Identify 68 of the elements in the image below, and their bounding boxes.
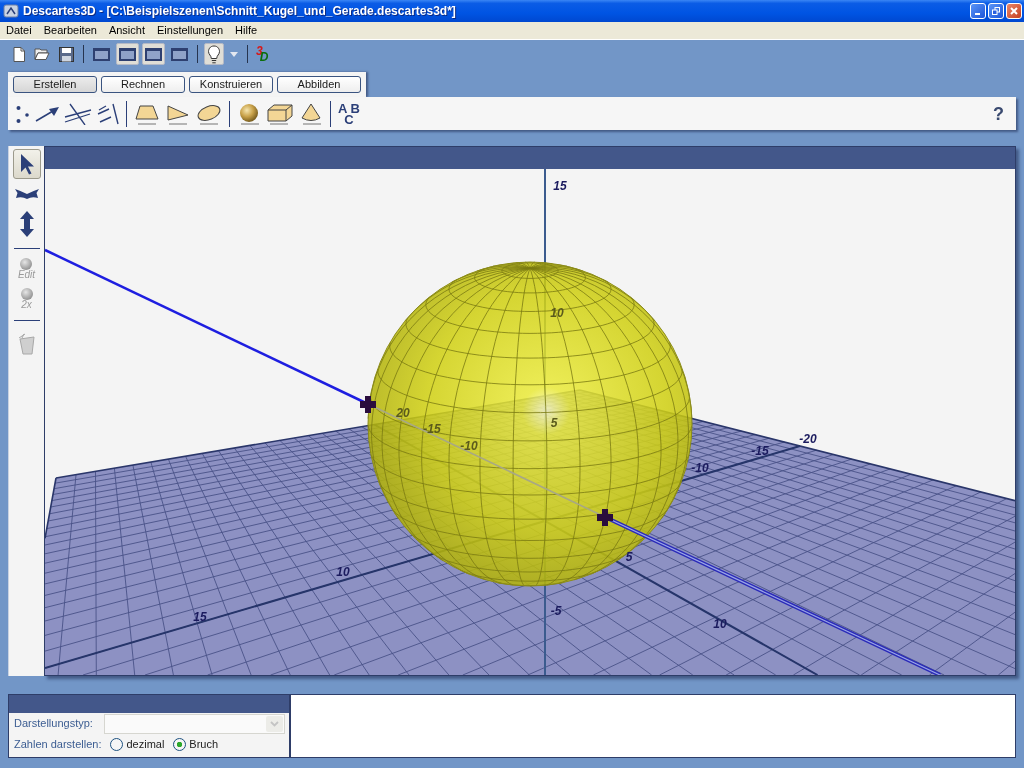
bin-icon xyxy=(17,333,36,355)
axis-label: -10 xyxy=(691,461,709,475)
menu-item[interactable]: Datei xyxy=(0,23,38,38)
window-icon xyxy=(119,47,136,61)
mode-tab[interactable]: Rechnen xyxy=(101,76,185,93)
axis-label: 15 xyxy=(553,179,567,193)
ellipse-icon[interactable] xyxy=(196,102,222,125)
axis-label: -15 xyxy=(423,422,441,436)
vertical-double-arrow-icon xyxy=(18,211,35,237)
box-icon[interactable] xyxy=(266,102,294,125)
close-icon xyxy=(1010,7,1018,15)
menu-item[interactable]: Hilfe xyxy=(229,23,264,38)
quadrilateral-icon[interactable] xyxy=(134,102,160,125)
intersecting-lines-icon[interactable] xyxy=(64,102,92,125)
help-button[interactable]: ? xyxy=(993,104,1004,123)
axis-label: 5 xyxy=(550,416,558,430)
axis-label: 10 xyxy=(336,565,350,579)
folder-icon xyxy=(34,48,50,60)
window-title: Descartes3D - [C:\Beispielszenen\Schnitt_Kugel_und_Gerade.descartes3d*] xyxy=(23,3,456,19)
radio-button[interactable] xyxy=(110,738,124,751)
axis-label: 20 xyxy=(396,406,410,420)
window-icon xyxy=(145,47,162,61)
radio-label[interactable]: dezimal xyxy=(126,737,165,752)
ball-icon xyxy=(20,288,33,300)
view-button[interactable] xyxy=(116,43,139,65)
radio-label[interactable]: Bruch xyxy=(189,737,219,752)
point-marker[interactable] xyxy=(597,509,613,526)
mode-tab[interactable]: Erstellen xyxy=(13,76,97,93)
minimize-button[interactable] xyxy=(970,3,986,19)
ball-icon[interactable] xyxy=(237,102,261,125)
axis-label: 10 xyxy=(713,617,727,631)
caret-icon xyxy=(230,51,238,57)
triangle-icon[interactable] xyxy=(165,102,191,125)
ball-icon xyxy=(20,258,33,270)
close-button[interactable] xyxy=(1006,3,1022,19)
menu-item[interactable]: Bearbeiten xyxy=(37,23,103,38)
radio-button[interactable] xyxy=(173,738,187,751)
window-icon xyxy=(171,47,188,61)
view-button[interactable] xyxy=(142,43,165,65)
cone-icon[interactable] xyxy=(299,102,323,125)
axis-label: -10 xyxy=(460,439,478,453)
restore-button[interactable] xyxy=(988,3,1004,19)
window-icon xyxy=(93,47,110,61)
mode-tab[interactable]: Konstruieren xyxy=(189,76,273,93)
arrow-icon[interactable] xyxy=(35,105,59,122)
axis-label: -15 xyxy=(751,444,769,458)
wings-icon xyxy=(14,188,39,199)
axis-label: 5 xyxy=(625,550,633,564)
menu-item[interactable]: Einstellungen xyxy=(151,23,230,38)
skew-lines-icon[interactable] xyxy=(97,102,119,125)
mode-tab[interactable]: Abbilden xyxy=(277,76,361,93)
pointer-tool-button[interactable] xyxy=(12,149,41,179)
axis-label: 15 xyxy=(193,610,207,624)
text-tool-button[interactable]: A B C xyxy=(338,102,360,125)
app-icon xyxy=(3,3,19,19)
menu-item[interactable]: Ansicht xyxy=(102,23,151,38)
cursor-arrow-icon xyxy=(19,153,34,175)
light-bulb-icon xyxy=(207,44,221,64)
axis-label: 10 xyxy=(550,306,564,320)
point-marker[interactable] xyxy=(360,396,376,413)
field-label: Darstellungstyp: xyxy=(14,716,93,731)
axis-label: -5 xyxy=(550,604,562,618)
points-icon[interactable] xyxy=(16,103,30,124)
restore-icon xyxy=(992,7,1000,15)
document-icon xyxy=(13,46,25,62)
axis-label: -20 xyxy=(799,432,817,446)
field-label: Zahlen darstellen: xyxy=(14,737,102,752)
lighting-button[interactable] xyxy=(204,43,224,65)
